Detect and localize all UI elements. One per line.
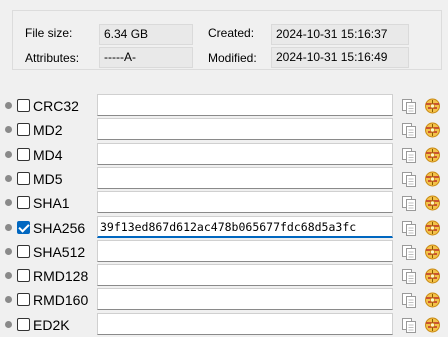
hash-checkbox-md4[interactable] [17,147,30,161]
hash-row-md2: MD2 [0,118,448,142]
compare-icon[interactable] [423,243,442,261]
copy-icon[interactable] [400,316,418,334]
hash-value-field[interactable] [97,288,393,311]
modified-label: Modified: [208,51,257,65]
status-dot-icon [5,174,12,182]
hash-value-text: 39f13ed867d612ac478b065677fdc68d5a3fc [100,219,357,234]
hash-checkbox-rmd128[interactable] [17,269,30,283]
hash-row-crc32: CRC32 [0,94,448,118]
hash-algorithm-label[interactable]: MD4 [33,146,63,164]
hash-row-sha512: SHA512 [0,239,448,264]
hash-algorithm-label[interactable]: SHA512 [33,243,85,261]
hash-value-field[interactable]: 39f13ed867d612ac478b065677fdc68d5a3fc [97,215,393,238]
hash-row-md4: MD4 [0,142,448,167]
copy-icon[interactable] [400,146,418,164]
hash-row-sha256: SHA256 39f13ed867d612ac478b065677fdc68d5a… [0,215,448,240]
hash-algorithm-label[interactable]: RMD160 [33,291,88,309]
compare-icon[interactable] [423,97,442,115]
hash-algorithm-label[interactable]: RMD128 [33,267,88,285]
hash-row-rmd160: RMD160 [0,288,448,312]
status-dot-icon [5,199,12,207]
created-label: Created: [208,26,255,40]
compare-icon[interactable] [423,121,442,139]
copy-icon[interactable] [400,267,418,285]
hash-checkbox-sha512[interactable] [17,244,30,258]
hash-algorithm-label[interactable]: CRC32 [33,97,79,115]
attributes-value: -----A- [99,47,193,68]
compare-icon[interactable] [423,219,442,237]
hash-checkbox-ed2k[interactable] [17,317,30,331]
attributes-label: Attributes: [25,51,80,65]
compare-icon[interactable] [423,291,442,309]
status-dot-icon [5,150,12,158]
compare-icon[interactable] [423,267,442,285]
compare-icon[interactable] [423,194,442,212]
compare-icon[interactable] [423,316,442,334]
hash-algorithm-label[interactable]: SHA256 [33,219,85,237]
copy-icon[interactable] [400,219,418,237]
created-value: 2024-10-31 15:16:37 [271,24,409,45]
hash-checkbox-sha1[interactable] [17,196,30,210]
hash-algorithm-label[interactable]: SHA1 [33,194,70,212]
hash-checkbox-crc32[interactable] [17,99,30,112]
modified-value: 2024-10-31 15:16:49 [271,47,409,68]
hash-value-field[interactable] [97,94,393,116]
hash-algorithm-label[interactable]: MD5 [33,170,63,188]
hash-value-field[interactable] [97,166,393,189]
hash-value-field[interactable] [97,264,393,287]
hash-checkbox-md2[interactable] [17,123,30,137]
hash-value-field[interactable] [97,118,393,141]
copy-icon[interactable] [400,243,418,261]
status-dot-icon [5,102,12,109]
hash-row-sha1: SHA1 [0,191,448,215]
compare-icon[interactable] [423,146,442,164]
copy-icon[interactable] [400,170,418,188]
hash-value-field[interactable] [97,239,393,262]
copy-icon[interactable] [400,194,418,212]
hash-row-md5: MD5 [0,166,448,191]
hash-checkbox-rmd160[interactable] [17,293,30,307]
hash-row-ed2k: ED2K [0,312,448,337]
hash-algorithm-label[interactable]: MD2 [33,121,63,139]
copy-icon[interactable] [400,121,418,139]
status-dot-icon [5,272,12,280]
copy-icon[interactable] [400,291,418,309]
hash-row-rmd128: RMD128 [0,264,448,288]
hash-algorithm-label[interactable]: ED2K [33,316,70,334]
status-dot-icon [5,320,12,328]
hash-value-field[interactable] [97,191,393,214]
file-info-panel: File size: 6.34 GB Attributes: -----A- C… [12,10,442,70]
hash-checkbox-sha256[interactable] [17,220,30,234]
status-dot-icon [5,126,12,134]
compare-icon[interactable] [423,170,442,188]
status-dot-icon [5,223,12,231]
hash-value-field[interactable] [97,142,393,165]
status-dot-icon [5,296,12,304]
hash-value-field[interactable] [97,312,393,335]
file-size-label: File size: [25,26,73,40]
status-dot-icon [5,247,12,255]
hash-checkbox-md5[interactable] [17,171,30,185]
copy-icon[interactable] [400,97,418,115]
file-size-value: 6.34 GB [99,24,193,45]
